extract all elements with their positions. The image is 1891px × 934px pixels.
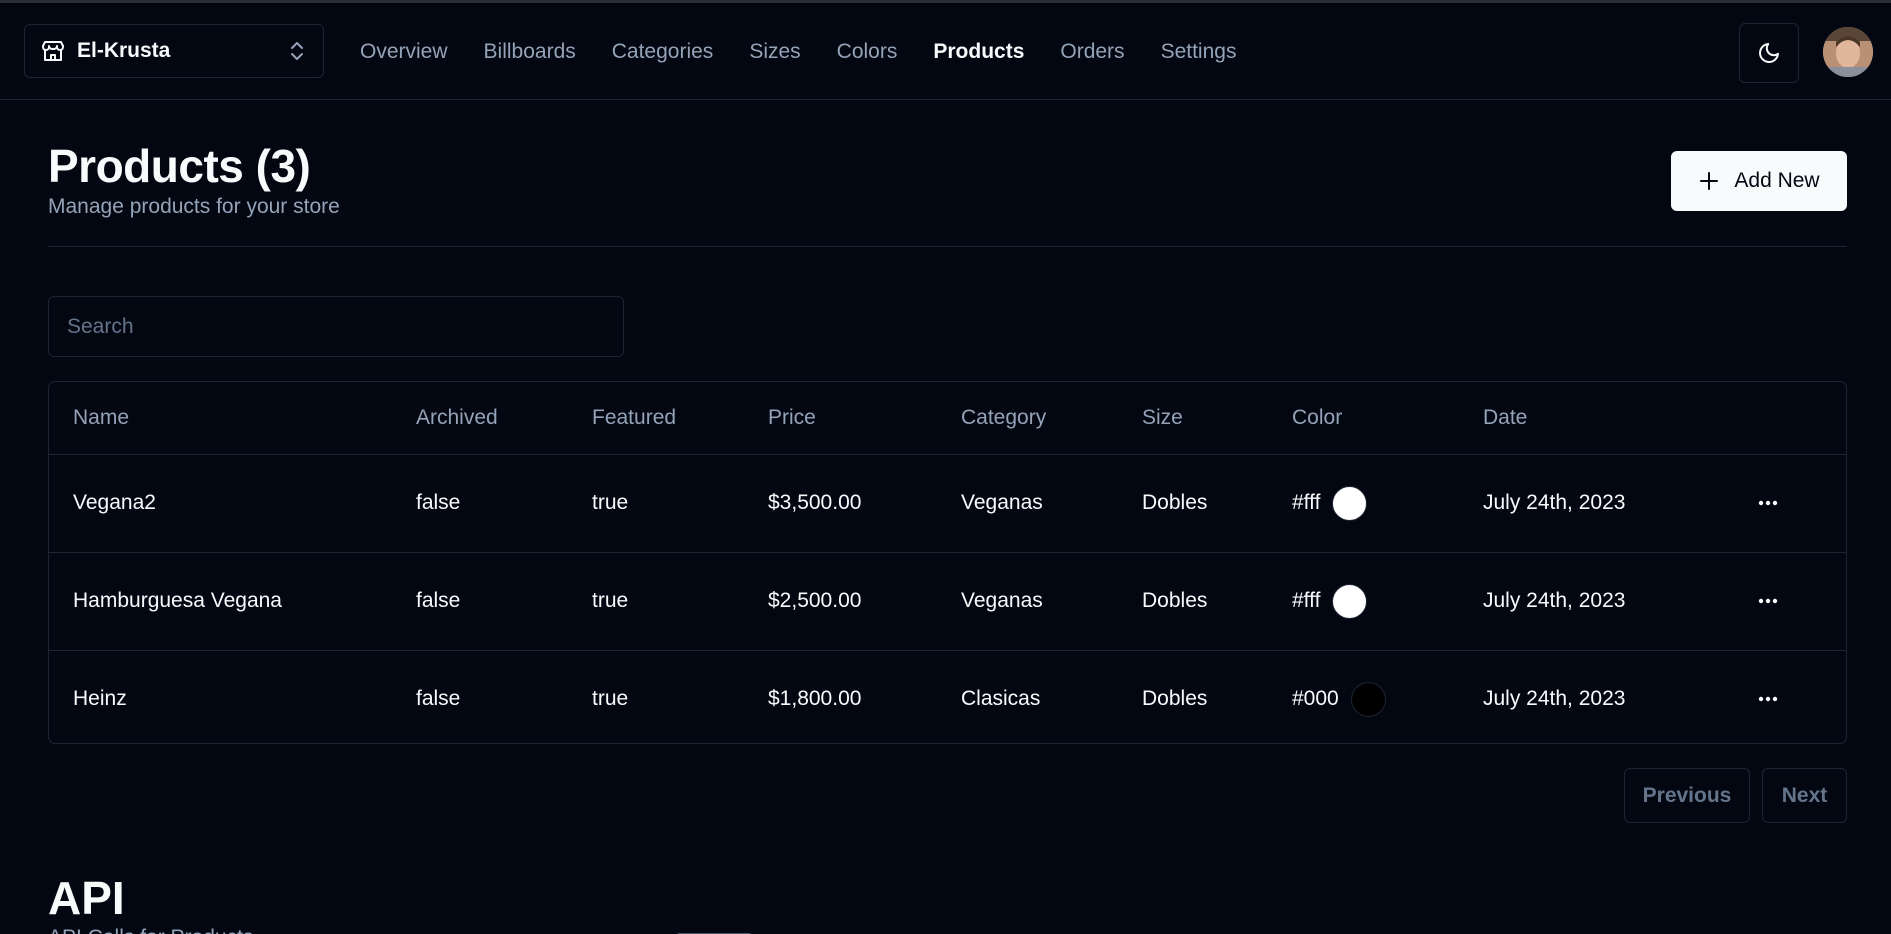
previous-page-button[interactable]: Previous — [1624, 768, 1750, 823]
chevrons-up-down-icon — [291, 42, 303, 60]
more-horizontal-icon — [1758, 500, 1778, 506]
add-new-button[interactable]: Add New — [1671, 151, 1847, 211]
cell-archived: false — [392, 649, 568, 743]
cell-date: July 24th, 2023 — [1459, 453, 1728, 552]
main-nav: Overview Billboards Categories Sizes Colors P… — [360, 3, 1272, 100]
cell-name: Heinz — [49, 649, 392, 743]
color-hex-text: #000 — [1292, 687, 1339, 710]
column-header-featured: Featured — [592, 405, 677, 429]
plus-icon — [1700, 172, 1719, 190]
more-horizontal-icon — [1758, 696, 1778, 702]
table-row: Hamburguesa Vegana false true $2,500.00 Vega… — [49, 551, 1846, 650]
row-actions-button[interactable] — [1752, 487, 1784, 519]
color-hex-text: #fff — [1292, 491, 1321, 514]
avatar-image — [1823, 27, 1873, 77]
nav-link-settings[interactable]: Settings — [1161, 40, 1237, 64]
next-page-button[interactable]: Next — [1762, 768, 1847, 823]
column-header-name: Name — [73, 405, 130, 429]
cell-featured: true — [568, 453, 744, 552]
cell-size: Dobles — [1118, 551, 1268, 650]
cell-name: Vegana2 — [49, 453, 392, 552]
column-header-date: Date — [1483, 405, 1528, 429]
cell-color: #000 — [1268, 649, 1459, 744]
store-name: El-Krusta — [77, 39, 171, 62]
nav-link-colors[interactable]: Colors — [837, 40, 898, 64]
color-swatch — [1350, 681, 1386, 717]
color-hex-text: #fff — [1292, 589, 1321, 612]
column-header-size: Size — [1142, 405, 1183, 429]
cell-actions — [1728, 551, 1846, 650]
more-horizontal-icon — [1758, 598, 1778, 604]
cell-featured: true — [568, 551, 744, 650]
cell-actions — [1728, 649, 1846, 743]
products-table: Name Archived Featured Price Category Size Col… — [48, 381, 1847, 744]
nav-link-overview[interactable]: Overview — [360, 40, 448, 64]
table-header-row: Name Archived Featured Price Category Size Col… — [49, 382, 1846, 454]
row-actions-button[interactable] — [1752, 585, 1784, 617]
cell-size: Dobles — [1118, 453, 1268, 552]
nav-link-orders[interactable]: Orders — [1060, 40, 1124, 64]
add-new-label: Add New — [1734, 169, 1820, 192]
store-switcher[interactable]: El-Krusta — [24, 24, 324, 78]
cell-category: Veganas — [937, 551, 1118, 650]
page-title: Products (3) — [48, 140, 311, 192]
cell-category: Veganas — [937, 453, 1118, 552]
color-swatch — [1332, 583, 1368, 619]
nav-link-billboards[interactable]: Billboards — [484, 40, 576, 64]
nav-link-categories[interactable]: Categories — [612, 40, 714, 64]
api-section-subtitle: API Calls for Products — [48, 926, 253, 934]
cell-date: July 24th, 2023 — [1459, 649, 1728, 743]
column-header-price: Price — [768, 405, 816, 429]
color-value: #fff — [1292, 553, 1459, 650]
search-input[interactable] — [48, 296, 624, 357]
page-subtitle: Manage products for your store — [48, 195, 340, 218]
theme-toggle-button[interactable] — [1739, 23, 1799, 83]
cell-price: $2,500.00 — [744, 551, 937, 650]
column-header-actions — [1728, 382, 1846, 454]
color-swatch — [1332, 485, 1368, 521]
column-header-archived: Archived — [416, 405, 498, 429]
user-avatar[interactable] — [1823, 27, 1873, 77]
row-actions-button[interactable] — [1752, 683, 1784, 715]
nav-link-sizes[interactable]: Sizes — [749, 40, 800, 64]
cell-name: Hamburguesa Vegana — [49, 551, 392, 650]
header-divider — [48, 246, 1847, 247]
cell-actions — [1728, 453, 1846, 552]
cell-color: #fff — [1268, 453, 1459, 552]
column-header-category: Category — [961, 405, 1047, 429]
top-navbar: El-Krusta Overview Billboards Categories Si… — [0, 3, 1891, 100]
table-row: Vegana2 false true $3,500.00 Veganas Dobles #f… — [49, 453, 1846, 552]
cell-color: #fff — [1268, 551, 1459, 650]
cell-size: Dobles — [1118, 649, 1268, 743]
color-value: #fff — [1292, 455, 1459, 552]
store-icon — [42, 41, 64, 61]
cell-price: $3,500.00 — [744, 453, 937, 552]
column-header-color: Color — [1292, 405, 1343, 429]
cell-featured: true — [568, 649, 744, 743]
cell-category: Clasicas — [937, 649, 1118, 743]
cell-archived: false — [392, 551, 568, 650]
table-row: Heinz false true $1,800.00 Clasicas Dobles #00… — [49, 649, 1846, 744]
nav-link-products[interactable]: Products — [933, 40, 1024, 64]
api-section-title: API — [48, 872, 125, 924]
cell-date: July 24th, 2023 — [1459, 551, 1728, 650]
cell-price: $1,800.00 — [744, 649, 937, 743]
cell-archived: false — [392, 453, 568, 552]
moon-icon — [1759, 43, 1779, 63]
color-value: #000 — [1292, 651, 1459, 744]
